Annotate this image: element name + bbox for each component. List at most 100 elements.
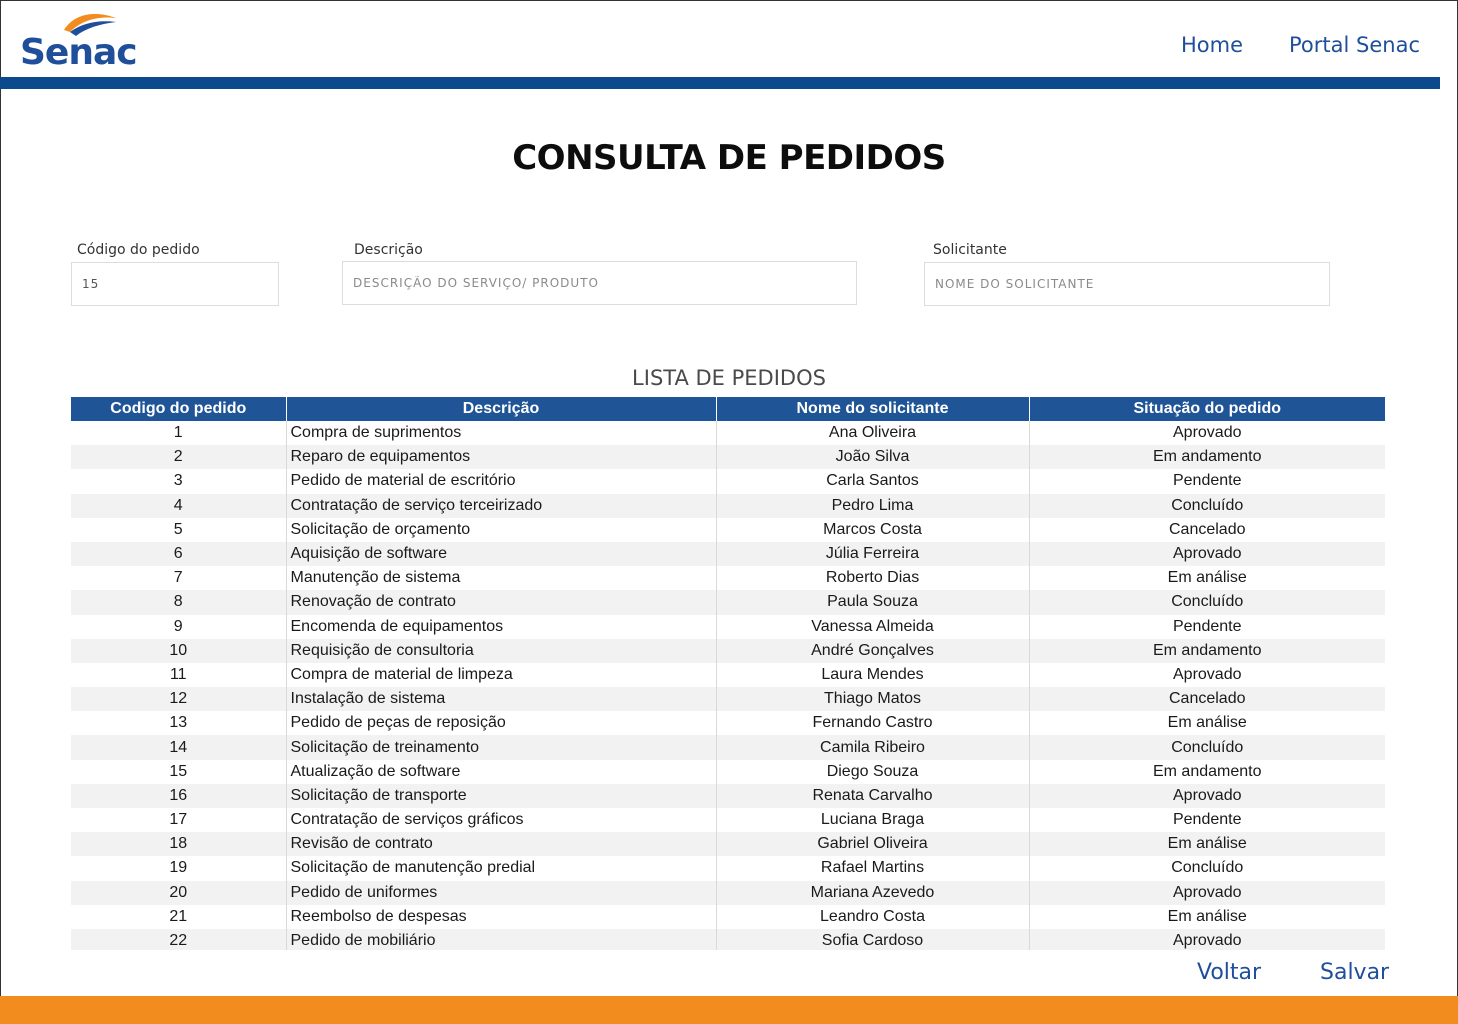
- cell-descricao: Pedido de mobiliário: [286, 928, 717, 950]
- footer-bar: [0, 996, 1458, 1024]
- cell-codigo: 7: [71, 566, 287, 591]
- cell-solicitante: Vanessa Almeida: [716, 614, 1030, 639]
- voltar-button[interactable]: Voltar: [1197, 960, 1261, 985]
- cell-descricao: Reparo de equipamentos: [286, 445, 717, 470]
- table-row[interactable]: 20 Pedido de uniformes Mariana Azevedo Apro…: [71, 880, 1385, 905]
- cell-descricao: Pedido de material de escritório: [286, 469, 717, 494]
- column-header-solicitante[interactable]: Nome do solicitante: [716, 397, 1030, 421]
- cell-situacao: Concluído: [1029, 590, 1385, 615]
- orders-table-container[interactable]: Codigo do pedido Descrição Nome do solic…: [71, 397, 1385, 950]
- table-row[interactable]: 10 Requisição de consultoria André Gonçalv…: [71, 638, 1385, 663]
- cell-solicitante: Pedro Lima: [716, 493, 1030, 518]
- table-row[interactable]: 16 Solicitação de transporte Renata Carval…: [71, 783, 1385, 808]
- cell-codigo: 22: [71, 928, 287, 950]
- orders-table: Codigo do pedido Descrição Nome do solic…: [71, 397, 1385, 950]
- cell-codigo: 11: [71, 662, 287, 688]
- table-row[interactable]: 8 Renovação de contrato Paula Souza Concluí…: [71, 590, 1385, 615]
- table-row[interactable]: 5 Solicitação de orçamento Marcos Costa Can…: [71, 517, 1385, 542]
- table-row[interactable]: 13 Pedido de peças de reposição Fernando C…: [71, 711, 1385, 736]
- table-row[interactable]: 3 Pedido de material de escritório Carla S…: [71, 469, 1385, 494]
- cell-descricao: Solicitação de manutenção predial: [286, 856, 717, 881]
- table-row[interactable]: 11 Compra de material de limpeza Laura Men…: [71, 662, 1385, 688]
- table-row[interactable]: 2 Reparo de equipamentos João Silva Em anda…: [71, 445, 1385, 470]
- cell-descricao: Revisão de contrato: [286, 832, 717, 857]
- cell-situacao: Em análise: [1167, 714, 1247, 732]
- cell-codigo: 12: [71, 687, 287, 712]
- cell-descricao: Contratação de serviço terceirizado: [286, 493, 717, 518]
- table-row[interactable]: 17 Contratação de serviços gráficos Lucian…: [71, 808, 1385, 833]
- cell-situacao: Concluído: [1029, 493, 1385, 518]
- cell-descricao: Pedido de uniformes: [286, 880, 717, 905]
- table-row[interactable]: 18 Revisão de contrato Gabriel Oliveira Em …: [71, 832, 1385, 857]
- cell-solicitante: Roberto Dias: [716, 566, 1030, 591]
- cell-solicitante: Paula Souza: [716, 590, 1030, 615]
- table-row[interactable]: 22 Pedido de mobiliário Sofia Cardoso Aprov…: [71, 928, 1385, 950]
- cell-codigo: 2: [71, 445, 287, 470]
- page-title: CONSULTA DE PEDIDOS: [512, 138, 946, 178]
- cell-codigo: 19: [71, 856, 287, 881]
- cell-descricao: Solicitação de orçamento: [286, 517, 717, 542]
- cell-solicitante: Leandro Costa: [716, 904, 1030, 929]
- solicitante-input[interactable]: [924, 262, 1330, 306]
- cell-solicitante: Renata Carvalho: [716, 783, 1030, 808]
- cell-situacao: Cancelado: [1029, 687, 1385, 712]
- nav-portal-senac-link[interactable]: Portal Senac: [1289, 33, 1420, 57]
- header-divider: [0, 77, 1440, 89]
- cell-descricao: Solicitação de treinamento: [286, 735, 717, 760]
- cell-codigo: 10: [71, 638, 287, 663]
- cell-solicitante: Ana Oliveira: [716, 421, 1030, 446]
- cell-solicitante: Thiago Matos: [716, 687, 1030, 712]
- cell-codigo: 4: [71, 493, 287, 518]
- table-row[interactable]: 4 Contratação de serviço terceirizado Pedr…: [71, 493, 1385, 518]
- cell-descricao: Compra de suprimentos: [286, 421, 717, 446]
- cell-descricao: Contratação de serviços gráficos: [286, 808, 717, 833]
- senac-logo[interactable]: Senac: [20, 8, 138, 73]
- codigo-input[interactable]: [71, 262, 279, 306]
- top-nav: Home Portal Senac: [1181, 33, 1420, 57]
- cell-descricao: Renovação de contrato: [286, 590, 717, 615]
- cell-descricao: Pedido de peças de reposição: [286, 711, 717, 736]
- table-row[interactable]: 7 Manutenção de sistema Roberto Dias Em aná…: [71, 566, 1385, 591]
- table-row[interactable]: 6 Aquisição de software Júlia Ferreira Apro…: [71, 541, 1385, 567]
- cell-codigo: 14: [71, 735, 287, 760]
- cell-codigo: 9: [71, 614, 287, 639]
- cell-codigo: 8: [71, 590, 287, 615]
- cell-solicitante: Fernando Castro: [716, 711, 1030, 736]
- nav-home-link[interactable]: Home: [1181, 33, 1243, 57]
- cell-codigo: 6: [71, 541, 287, 567]
- cell-descricao: Requisição de consultoria: [286, 638, 717, 663]
- cell-situacao: Aprovado: [1173, 665, 1242, 683]
- column-header-situacao[interactable]: Situação do pedido: [1029, 397, 1385, 421]
- table-row[interactable]: 12 Instalação de sistema Thiago Matos Cance…: [71, 687, 1385, 712]
- cell-situacao: Em andamento: [1152, 762, 1262, 780]
- cell-situacao: Em análise: [1029, 832, 1385, 857]
- cell-codigo: 20: [71, 880, 287, 905]
- cell-situacao: Aprovado: [1029, 783, 1385, 808]
- table-body: 1 Compra de suprimentos Ana Oliveira Aprova…: [71, 421, 1385, 950]
- cell-solicitante: Sofia Cardoso: [716, 928, 1030, 950]
- column-header-codigo[interactable]: Codigo do pedido: [71, 397, 287, 421]
- codigo-label: Código do pedido: [77, 242, 200, 258]
- descricao-input[interactable]: [342, 261, 857, 305]
- salvar-button[interactable]: Salvar: [1320, 960, 1389, 985]
- cell-situacao: Aprovado: [1173, 424, 1242, 442]
- table-header-row: Codigo do pedido Descrição Nome do solic…: [71, 397, 1385, 421]
- cell-codigo: 5: [71, 517, 287, 542]
- table-row[interactable]: 9 Encomenda de equipamentos Vanessa Almeid…: [71, 614, 1385, 639]
- cell-situacao: Concluído: [1171, 859, 1244, 877]
- logo-text: Senac: [20, 32, 138, 73]
- table-row[interactable]: 21 Reembolso de despesas Leandro Costa Em a…: [71, 904, 1385, 929]
- cell-codigo: 18: [71, 832, 287, 857]
- list-title: LISTA DE PEDIDOS: [632, 366, 826, 390]
- cell-situacao: Concluído: [1029, 735, 1385, 760]
- cell-descricao: Solicitação de transporte: [286, 783, 717, 808]
- table-row[interactable]: 14 Solicitação de treinamento Camila Ribei…: [71, 735, 1385, 760]
- cell-solicitante: Carla Santos: [716, 469, 1030, 494]
- table-row[interactable]: 15 Atualização de software Diego Souza Em a…: [71, 759, 1385, 784]
- cell-solicitante: Luciana Braga: [716, 808, 1030, 833]
- table-row[interactable]: 1 Compra de suprimentos Ana Oliveira Aprova…: [71, 421, 1385, 446]
- cell-situacao: Cancelado: [1169, 520, 1246, 538]
- column-header-descricao[interactable]: Descrição: [286, 397, 717, 421]
- table-row[interactable]: 19 Solicitação de manutenção predial Rafae…: [71, 856, 1385, 881]
- cell-solicitante: Mariana Azevedo: [716, 880, 1030, 905]
